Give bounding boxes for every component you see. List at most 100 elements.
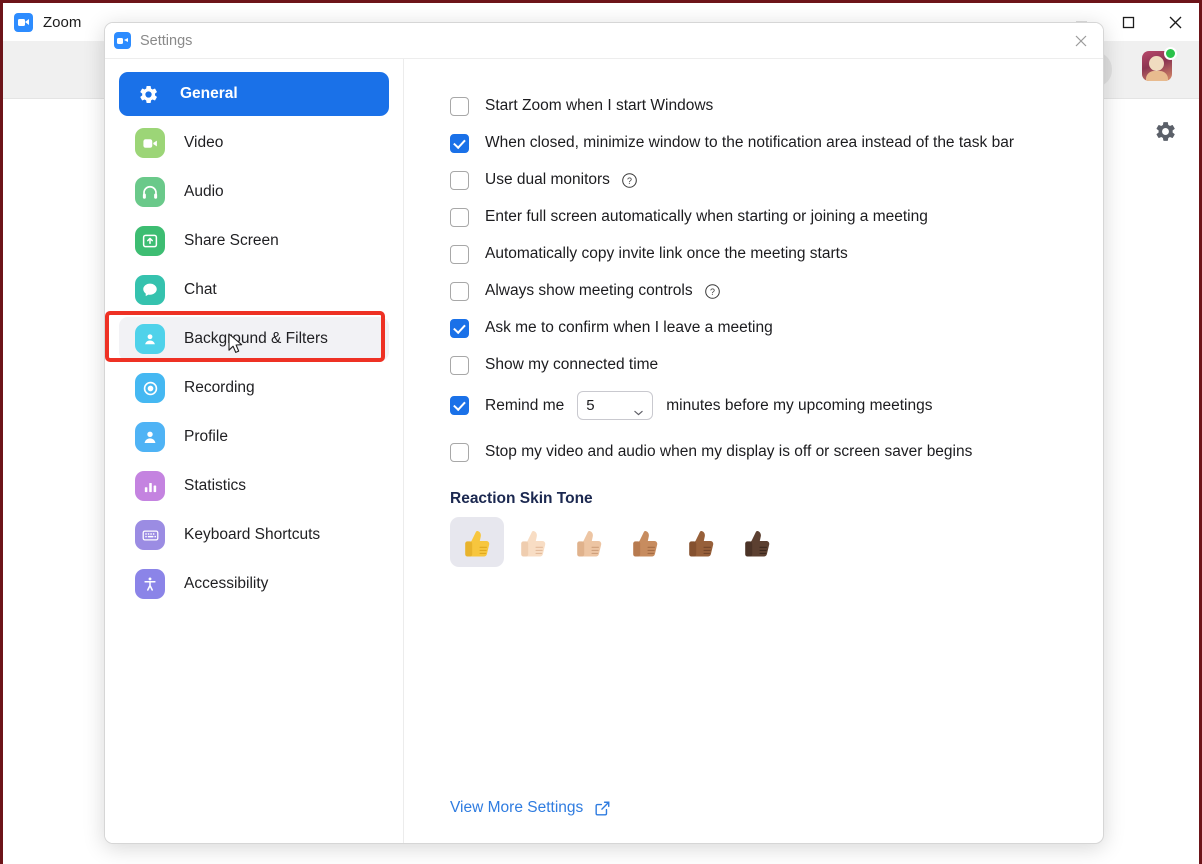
sidebar-item-profile[interactable]: Profile	[119, 415, 389, 459]
option-label: Ask me to confirm when I leave a meeting	[485, 319, 773, 336]
skin-tone-medium-dark[interactable]	[674, 517, 728, 567]
option-row[interactable]: Always show meeting controls ?	[450, 280, 1103, 302]
checkbox-confirm-leave-meeting[interactable]	[450, 318, 469, 338]
checkbox-start-zoom-with-windows[interactable]	[450, 96, 469, 116]
option-row[interactable]: Automatically copy invite link once the …	[450, 243, 1103, 265]
checkbox-use-dual-monitors[interactable]	[450, 170, 469, 190]
external-link-icon	[594, 800, 611, 817]
close-icon[interactable]	[1065, 27, 1097, 55]
option-label: Use dual monitors	[485, 171, 610, 188]
sidebar-item-statistics[interactable]: Statistics	[119, 464, 389, 508]
screen: Zoom Settings General Video Audio Share …	[0, 0, 1202, 864]
sidebar-item-general[interactable]: General	[119, 72, 389, 116]
view-more-settings[interactable]: View More Settings	[450, 799, 611, 817]
reaction-skin-tone-heading: Reaction Skin Tone	[450, 490, 593, 507]
sidebar-item-share-screen[interactable]: Share Screen	[119, 219, 389, 263]
view-more-settings-label[interactable]: View More Settings	[450, 799, 583, 817]
checkbox-copy-invite-link[interactable]	[450, 244, 469, 264]
person-frame-icon	[135, 324, 165, 354]
option-label: Stop my video and audio when my display …	[485, 443, 973, 460]
remind-me-suffix-label: minutes before my upcoming meetings	[666, 396, 933, 414]
thumbs-up-icon	[515, 524, 551, 560]
sidebar-item-audio[interactable]: Audio	[119, 170, 389, 214]
record-circle-icon	[135, 373, 165, 403]
option-label: When closed, minimize window to the noti…	[485, 134, 1014, 151]
headset-icon	[135, 177, 165, 207]
option-label: Always show meeting controls	[485, 282, 693, 299]
zoom-camera-icon	[14, 12, 33, 32]
checkbox-stop-video-audio-display-off[interactable]	[450, 442, 469, 462]
sidebar-item-label: Audio	[184, 183, 224, 200]
remind-minutes-select[interactable]: 5	[577, 391, 654, 420]
checkbox-enter-full-screen[interactable]	[450, 207, 469, 227]
option-label: Enter full screen automatically when sta…	[485, 208, 928, 225]
sidebar-item-label: Background & Filters	[184, 330, 328, 347]
option-row[interactable]: Ask me to confirm when I leave a meeting	[450, 317, 1103, 339]
sidebar-item-video[interactable]: Video	[119, 121, 389, 165]
zoom-app-title: Zoom	[43, 13, 82, 31]
accessibility-icon	[135, 569, 165, 599]
svg-text:?: ?	[627, 175, 632, 185]
settings-sidebar: General Video Audio Share Screen Chat Ba…	[105, 59, 404, 843]
gear-icon[interactable]	[1154, 120, 1177, 143]
thumbs-up-icon	[683, 524, 719, 560]
sidebar-item-recording[interactable]: Recording	[119, 366, 389, 410]
option-row[interactable]: Enter full screen automatically when sta…	[450, 206, 1103, 228]
help-icon[interactable]: ?	[621, 172, 638, 189]
general-settings-panel: Start Zoom when I start Windows When clo…	[404, 59, 1103, 843]
zoom-camera-icon	[114, 32, 131, 49]
sidebar-item-keyboard-shortcuts[interactable]: Keyboard Shortcuts	[119, 513, 389, 557]
sidebar-item-accessibility[interactable]: Accessibility	[119, 562, 389, 606]
thumbs-up-icon	[459, 524, 495, 560]
maximize-icon[interactable]	[1105, 3, 1152, 41]
sidebar-item-label: Keyboard Shortcuts	[184, 526, 321, 543]
help-icon[interactable]: ?	[704, 283, 721, 300]
svg-text:?: ?	[710, 286, 715, 296]
sidebar-item-label: Statistics	[184, 477, 247, 494]
sidebar-item-label: Recording	[184, 379, 255, 396]
checkbox-minimize-to-notification-area[interactable]	[450, 133, 469, 153]
remind-me-prefix-label: Remind me	[485, 396, 565, 414]
gear-icon	[135, 81, 161, 107]
close-icon[interactable]	[1152, 3, 1199, 41]
sidebar-item-label: General	[180, 85, 238, 102]
sidebar-item-label: Video	[184, 134, 224, 151]
video-icon	[135, 128, 165, 158]
settings-window-title: Settings	[140, 32, 193, 49]
settings-body: General Video Audio Share Screen Chat Ba…	[105, 58, 1103, 843]
settings-dialog: Settings General Video Audio Share Scree…	[104, 22, 1104, 844]
sidebar-item-chat[interactable]: Chat	[119, 268, 389, 312]
presence-status-dot	[1164, 47, 1177, 60]
option-label: Start Zoom when I start Windows	[485, 97, 714, 114]
option-row[interactable]: Use dual monitors ?	[450, 169, 1103, 191]
option-row[interactable]: Stop my video and audio when my display …	[450, 441, 1103, 463]
sidebar-item-label: Profile	[184, 428, 228, 445]
option-row[interactable]: When closed, minimize window to the noti…	[450, 132, 1103, 154]
remind-minutes-value: 5	[586, 397, 595, 414]
checkbox-always-show-meeting-controls[interactable]	[450, 281, 469, 301]
skin-tone-default-yellow[interactable]	[450, 517, 504, 567]
bar-chart-icon	[135, 471, 165, 501]
thumbs-up-icon	[627, 524, 663, 560]
option-row[interactable]: Start Zoom when I start Windows	[450, 95, 1103, 117]
person-icon	[135, 422, 165, 452]
sidebar-item-label: Accessibility	[184, 575, 269, 592]
chevron-down-icon	[634, 403, 643, 415]
sidebar-item-label: Chat	[184, 281, 217, 298]
settings-title-bar: Settings	[105, 23, 1103, 58]
sidebar-item-background-and-filters[interactable]: Background & Filters	[119, 317, 389, 361]
option-row[interactable]: Show my connected time	[450, 354, 1103, 376]
checkbox-show-connected-time[interactable]	[450, 355, 469, 375]
keyboard-icon	[135, 520, 165, 550]
skin-tone-medium[interactable]	[618, 517, 672, 567]
thumbs-up-icon	[739, 524, 775, 560]
skin-tone-light[interactable]	[506, 517, 560, 567]
skin-tone-medium-light[interactable]	[562, 517, 616, 567]
checkbox-remind-me[interactable]	[450, 396, 469, 415]
option-row-remind-me[interactable]: Remind me 5 minutes before my upcoming m…	[450, 391, 1103, 420]
sidebar-item-label: Share Screen	[184, 232, 279, 249]
option-label: Automatically copy invite link once the …	[485, 245, 848, 262]
reaction-skin-tone-options	[450, 517, 1103, 567]
skin-tone-dark[interactable]	[730, 517, 784, 567]
chat-bubble-icon	[135, 275, 165, 305]
